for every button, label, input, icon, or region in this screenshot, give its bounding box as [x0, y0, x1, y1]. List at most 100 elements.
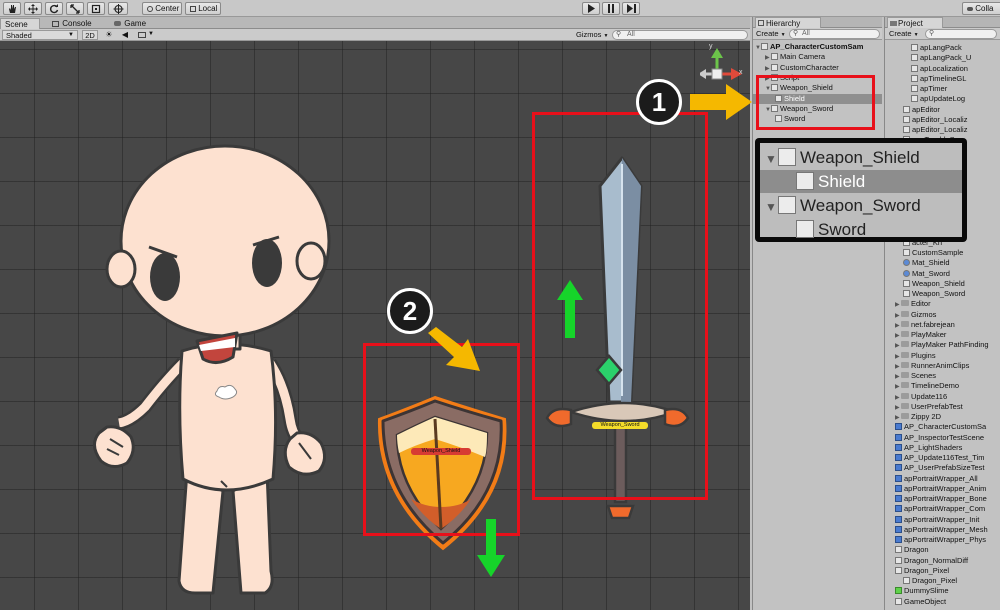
project-item[interactable]: AP_LightShaders [895, 443, 999, 453]
play-button[interactable] [582, 2, 600, 15]
collab-button[interactable]: Colla [962, 2, 1000, 15]
pivot-center-toggle[interactable]: Center [142, 2, 182, 15]
project-item[interactable]: ▶ PlayMaker PathFinding [895, 340, 999, 350]
project-item[interactable]: apPortraitWrapper_Com [895, 504, 999, 514]
project-item[interactable]: apEditor [903, 105, 999, 115]
project-item[interactable]: apLangPack [911, 43, 999, 53]
hierarchy-create-button[interactable]: Create ▼ [756, 29, 788, 39]
project-item[interactable]: apPortraitWrapper_Mesh [895, 525, 999, 535]
scene-search-placeholder: All [627, 31, 635, 38]
gameobject-icon [761, 43, 768, 50]
search-icon: ⚲ [616, 31, 622, 38]
project-item[interactable]: Mat_Sword [903, 269, 999, 279]
project-item-label: Scenes [911, 371, 937, 380]
project-item[interactable]: Weapon_Sword [903, 289, 999, 299]
hierarchy-item[interactable]: ▶ CustomCharacter [765, 63, 880, 73]
folder-icon [901, 392, 909, 399]
hierarchy-item[interactable]: ▶ Main Camera [765, 52, 880, 62]
project-item[interactable]: apPortraitWrapper_Init [895, 515, 999, 525]
scene-search-input[interactable]: ⚲ All [612, 30, 748, 40]
audio-toggle[interactable]: ◀ [118, 30, 132, 40]
project-item[interactable]: apLocalization [911, 64, 999, 74]
zoom-item-label: Weapon_Sword [800, 196, 921, 215]
project-item[interactable]: Weapon_Shield [903, 279, 999, 289]
project-search-input[interactable]: ⚲ [925, 29, 997, 39]
project-item[interactable]: apEditor_Localiz [903, 115, 999, 125]
project-item[interactable]: ▶ Scenes [895, 371, 999, 381]
transform-tool-button[interactable] [108, 2, 128, 15]
asset-icon [903, 279, 910, 287]
project-item[interactable]: ▶ net.fabrejean [895, 320, 999, 330]
project-item-label: apPortraitWrapper_All [904, 473, 978, 483]
project-item[interactable]: AP_UserPrefabSizeTest [895, 463, 999, 473]
game-icon [114, 21, 121, 26]
project-item[interactable]: apUpdateLog [911, 94, 999, 104]
arrow-up-icon [557, 280, 583, 338]
effects-dropdown[interactable]: ▼ [136, 30, 156, 40]
project-item[interactable]: ▶ Gizmos [895, 310, 999, 320]
rotate-tool-button[interactable] [45, 2, 63, 15]
project-item[interactable]: ▶ Editor [895, 299, 999, 309]
cloud-icon [967, 7, 973, 11]
project-item[interactable]: ▶ Update116 [895, 392, 999, 402]
hierarchy-search-input[interactable]: ⚲ All [789, 29, 880, 39]
project-item[interactable]: apPortraitWrapper_Anim [895, 484, 999, 494]
rect-tool-button[interactable] [87, 2, 105, 15]
2d-toggle[interactable]: 2D [82, 30, 98, 40]
search-icon: ⚲ [793, 30, 799, 37]
gizmos-dropdown[interactable]: Gizmos ▼ [576, 30, 610, 40]
step-icon [626, 4, 636, 13]
project-item-label: Mat_Sword [912, 268, 950, 278]
tab-project[interactable]: Project [887, 17, 943, 28]
project-item[interactable]: apPortraitWrapper_Bone [895, 494, 999, 504]
project-create-button[interactable]: Create ▼ [889, 29, 921, 39]
project-item[interactable]: GameObject [895, 597, 999, 607]
project-item[interactable]: Mat_Shield [903, 258, 999, 268]
project-item[interactable]: apPortraitWrapper_All [895, 474, 999, 484]
asset-icon [911, 85, 918, 92]
project-item[interactable]: AP_Update116Test_Tim [895, 453, 999, 463]
gizmo-x-label: x [739, 69, 743, 76]
project-item[interactable]: AP_CharacterCustomSa [895, 422, 999, 432]
pivot-local-toggle[interactable]: Local [185, 2, 221, 15]
scene-viewport[interactable]: Weapon_Shield Weapon_Sword 2 y x [0, 41, 750, 610]
tab-console[interactable]: Console [48, 18, 96, 29]
scale-tool-button[interactable] [66, 2, 84, 15]
project-item[interactable]: AP_InspectorTestScene [895, 433, 999, 443]
project-item-label: apPortraitWrapper_Mesh [904, 524, 988, 534]
tab-game[interactable]: Game [110, 18, 154, 29]
project-item-label: Dragon [904, 545, 929, 555]
project-item[interactable]: CustomSample [903, 248, 999, 258]
lighting-toggle[interactable]: ☀ [102, 30, 116, 40]
project-item[interactable]: Dragon_NormalDiff [895, 556, 999, 566]
character-sprite[interactable] [85, 141, 355, 601]
tab-hierarchy[interactable]: Hierarchy [755, 17, 821, 28]
project-create-label: Create [889, 29, 912, 38]
project-item[interactable]: Dragon [895, 545, 999, 555]
project-item[interactable]: ▶ Zippy 2D [895, 412, 999, 422]
project-item[interactable]: ▶ Plugins [895, 351, 999, 361]
project-item[interactable]: apLangPack_U [911, 53, 999, 63]
shading-mode-dropdown[interactable]: Shaded ▼ [2, 30, 78, 40]
project-item[interactable]: Dragon_Pixel [895, 566, 999, 576]
hierarchy-item[interactable]: ▼ AP_CharacterCustomSam [755, 42, 880, 52]
step-marker-2-label: 2 [402, 296, 418, 326]
project-item[interactable]: apTimer [911, 84, 999, 94]
project-item[interactable]: apPortraitWrapper_Phys [895, 535, 999, 545]
project-item[interactable]: ▶ RunnerAnimClips [895, 361, 999, 371]
gameobject-icon [796, 220, 814, 238]
project-item[interactable]: DummySlime [895, 586, 999, 596]
project-item[interactable]: apEditor_Localiz [903, 125, 999, 135]
tab-scene[interactable]: Scene [0, 18, 40, 29]
project-item-label: PlayMaker PathFinding [911, 340, 989, 350]
project-item[interactable]: ▶ UserPrefabTest [895, 402, 999, 412]
project-item[interactable]: ▶ TimelineDemo [895, 381, 999, 391]
hand-tool-button[interactable] [3, 2, 21, 15]
step-button[interactable] [622, 2, 640, 15]
pause-button[interactable] [602, 2, 620, 15]
project-item[interactable]: apTimelineGL [911, 74, 999, 84]
move-tool-button[interactable] [24, 2, 42, 15]
project-item[interactable]: Dragon_Pixel [903, 576, 999, 586]
folder-icon [901, 372, 909, 378]
project-item[interactable]: ▶ PlayMaker [895, 330, 999, 340]
